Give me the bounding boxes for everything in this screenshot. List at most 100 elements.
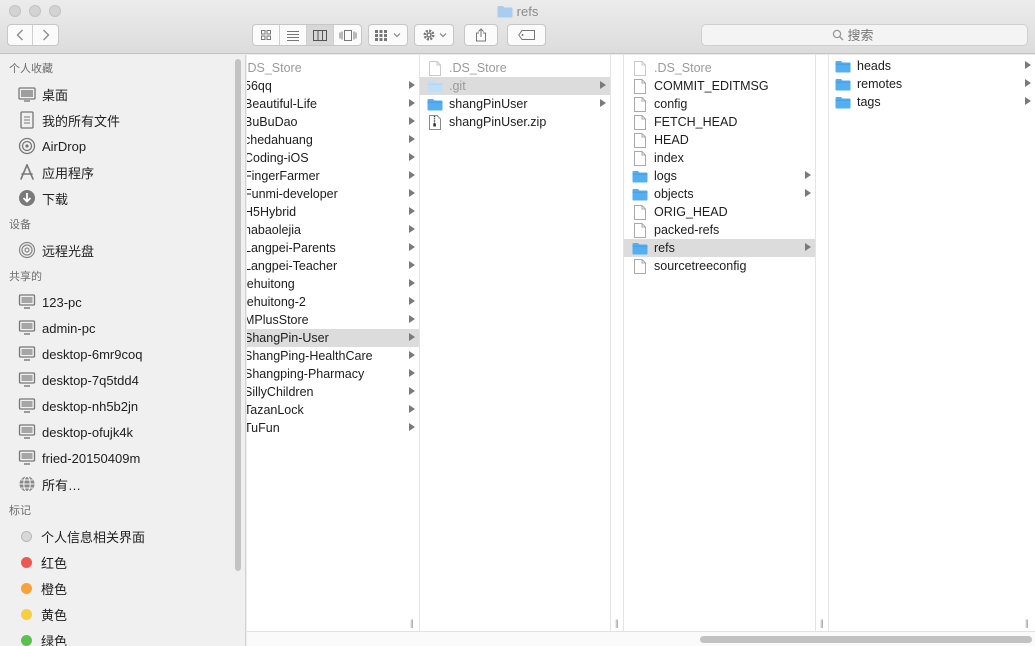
- edit-tags-button[interactable]: [507, 24, 546, 46]
- file-row[interactable]: .DS_Store: [624, 59, 815, 77]
- file-row[interactable]: packed-refs: [624, 221, 815, 239]
- horizontal-scrollbar-thumb[interactable]: [700, 636, 1032, 643]
- column-divider: [816, 55, 829, 631]
- file-row[interactable]: config: [624, 95, 815, 113]
- cover-flow-icon: [339, 29, 356, 41]
- file-row[interactable]: .DS_Store: [420, 59, 610, 77]
- sidebar-item-label: 黄色: [41, 607, 68, 623]
- action-menu-button[interactable]: [414, 24, 454, 46]
- folder-row[interactable]: refs: [624, 239, 815, 257]
- folder-row[interactable]: .git: [420, 77, 610, 95]
- sidebar-item-remote-disc[interactable]: 远程光盘: [0, 237, 245, 263]
- column-view-button[interactable]: [307, 25, 334, 45]
- browser-column-2[interactable]: .DS_Store .git shangPinUser shangPinUser.zi…: [420, 55, 611, 631]
- column-resize-handle[interactable]: ||: [410, 618, 414, 628]
- search-input[interactable]: [847, 27, 898, 43]
- folder-row[interactable]: Shangping-Pharmacy: [247, 365, 419, 383]
- share-button[interactable]: [464, 24, 498, 46]
- search-icon: [832, 29, 844, 41]
- folder-row[interactable]: heads: [829, 57, 1035, 75]
- horizontal-scrollbar[interactable]: [247, 631, 1035, 646]
- folder-row[interactable]: Langpei-Teacher: [247, 257, 419, 275]
- item-name: shangPinUser: [449, 97, 528, 111]
- column-resize-handle[interactable]: ||: [615, 618, 619, 628]
- list-view-button[interactable]: [280, 25, 307, 45]
- folder-row[interactable]: SillyChildren: [247, 383, 419, 401]
- folder-row[interactable]: FingerFarmer: [247, 167, 419, 185]
- browser-column-3[interactable]: .DS_Store COMMIT_EDITMSG config FETCH_HEAD H…: [624, 55, 816, 631]
- back-button[interactable]: [8, 25, 34, 45]
- folder-icon: [835, 77, 851, 91]
- sidebar-item-applications[interactable]: 应用程序: [0, 159, 245, 185]
- nav-buttons: [7, 24, 59, 46]
- folder-row[interactable]: BuBuDao: [247, 113, 419, 131]
- folder-row[interactable]: TazanLock: [247, 401, 419, 419]
- disclosure-arrow-icon: [409, 153, 415, 161]
- sidebar-item-label: 应用程序: [42, 165, 95, 181]
- folder-row[interactable]: logs: [624, 167, 815, 185]
- file-row[interactable]: sourcetreeconfig: [624, 257, 815, 275]
- browser-column-4[interactable]: heads remotes tags: [829, 55, 1035, 631]
- folder-row[interactable]: objects: [624, 185, 815, 203]
- disclosure-arrow-icon: [409, 315, 415, 323]
- folder-icon: [632, 169, 648, 183]
- sidebar-item-shared-6[interactable]: fried-20150409m: [0, 445, 245, 471]
- folder-row[interactable]: tags: [829, 93, 1035, 111]
- sidebar-section-devices: 设备: [9, 219, 31, 231]
- folder-row[interactable]: ShangPing-HealthCare: [247, 347, 419, 365]
- sidebar-item-all-files[interactable]: 我的所有文件: [0, 107, 245, 133]
- file-row[interactable]: shangPinUser.zip: [420, 113, 610, 131]
- item-name: Shangping-Pharmacy: [247, 367, 365, 381]
- sidebar-tag-3[interactable]: 黄色: [0, 601, 245, 627]
- folder-row[interactable]: Langpei-Parents: [247, 239, 419, 257]
- sidebar-item-shared-2[interactable]: desktop-6mr9coq: [0, 341, 245, 367]
- sidebar-item-shared-5[interactable]: desktop-ofujk4k: [0, 419, 245, 445]
- folder-row[interactable]: lehuitong-2: [247, 293, 419, 311]
- sidebar-tag-0[interactable]: 个人信息相关界面: [0, 523, 245, 549]
- sidebar-item-shared-3[interactable]: desktop-7q5tdd4: [0, 367, 245, 393]
- file-row[interactable]: index: [624, 149, 815, 167]
- folder-row[interactable]: 56qq: [247, 77, 419, 95]
- folder-row[interactable]: Beautiful-Life: [247, 95, 419, 113]
- folder-row[interactable]: Funmi-developer: [247, 185, 419, 203]
- folder-row[interactable]: TuFun: [247, 419, 419, 437]
- sidebar-tag-2[interactable]: 橙色: [0, 575, 245, 601]
- folder-row[interactable]: ShangPin-User: [247, 329, 419, 347]
- disclosure-arrow-icon: [409, 405, 415, 413]
- sidebar-item-airdrop[interactable]: AirDrop: [0, 133, 245, 159]
- sidebar-item-shared-1[interactable]: admin-pc: [0, 315, 245, 341]
- browser-column-1[interactable]: .DS_Store 56qq Beautiful-Life BuBuDao chedah…: [247, 55, 420, 631]
- folder-row[interactable]: shangPinUser: [420, 95, 610, 113]
- sidebar-item-shared-7[interactable]: 所有…: [0, 471, 245, 497]
- item-name: remotes: [857, 77, 903, 91]
- file-row[interactable]: ORIG_HEAD: [624, 203, 815, 221]
- tag-icon: [517, 30, 535, 40]
- forward-button[interactable]: [33, 25, 58, 45]
- column-resize-handle[interactable]: ||: [820, 618, 824, 628]
- sidebar-item-shared-4[interactable]: desktop-nh5b2jn: [0, 393, 245, 419]
- sidebar-tag-1[interactable]: 红色: [0, 549, 245, 575]
- file-row[interactable]: .DS_Store: [247, 59, 419, 77]
- folder-row[interactable]: H5Hybrid: [247, 203, 419, 221]
- sidebar-item-downloads[interactable]: 下载: [0, 185, 245, 211]
- arrange-button[interactable]: [368, 24, 408, 46]
- sidebar-item-shared-0[interactable]: 123-pc: [0, 289, 245, 315]
- folder-row[interactable]: chedahuang: [247, 131, 419, 149]
- search-field[interactable]: [701, 24, 1028, 46]
- folder-row[interactable]: remotes: [829, 75, 1035, 93]
- folder-row[interactable]: habaolejia: [247, 221, 419, 239]
- sidebar-tag-4[interactable]: 绿色: [0, 627, 245, 646]
- file-row[interactable]: HEAD: [624, 131, 815, 149]
- item-name: lehuitong-2: [247, 295, 306, 309]
- sidebar-scrollbar[interactable]: [235, 59, 241, 571]
- sidebar-item-label: 远程光盘: [42, 243, 95, 259]
- icon-view-button[interactable]: [253, 25, 280, 45]
- sidebar-item-desktop[interactable]: 桌面: [0, 81, 245, 107]
- cover-flow-button[interactable]: [334, 25, 361, 45]
- column-resize-handle[interactable]: ||: [1025, 618, 1029, 628]
- file-row[interactable]: FETCH_HEAD: [624, 113, 815, 131]
- folder-row[interactable]: Coding-iOS: [247, 149, 419, 167]
- folder-row[interactable]: lehuitong: [247, 275, 419, 293]
- folder-row[interactable]: MPlusStore: [247, 311, 419, 329]
- file-row[interactable]: COMMIT_EDITMSG: [624, 77, 815, 95]
